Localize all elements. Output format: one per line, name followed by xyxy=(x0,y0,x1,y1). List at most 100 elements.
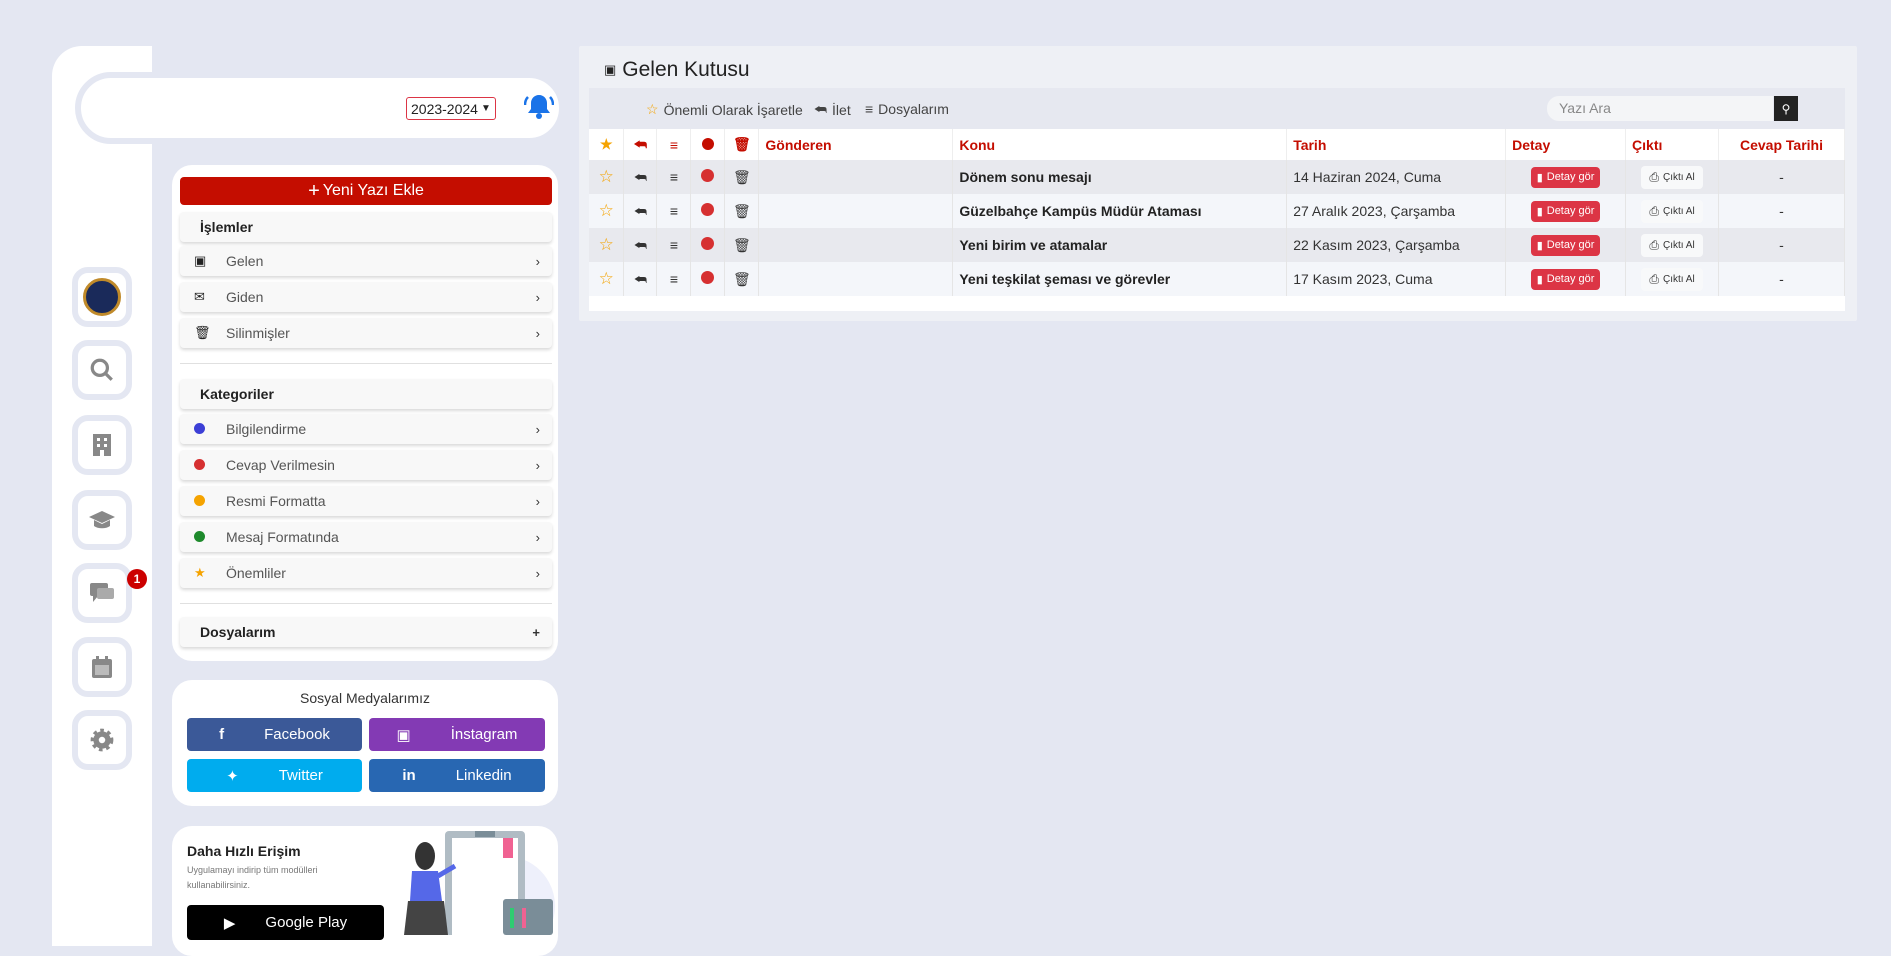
messages-nav-button[interactable] xyxy=(72,563,132,623)
facebook-icon: f xyxy=(219,726,225,743)
table-row[interactable]: ☆ ⮪ ≡ 🗑 Yeni teşkilat şeması ve görevler… xyxy=(589,262,1845,296)
twitter-button[interactable]: ✦ Twitter xyxy=(187,759,362,792)
subject-cell[interactable]: Güzelbahçe Kampüs Müdür Ataması xyxy=(952,194,1288,228)
detail-button[interactable]: ▮ Detay gör xyxy=(1530,166,1601,188)
reply-icon[interactable]: ⮪ xyxy=(623,228,658,262)
files-header[interactable]: Dosyalarım + xyxy=(180,617,552,647)
forward-button[interactable]: ⮪ İlet xyxy=(814,101,851,118)
list-icon[interactable]: ≡ xyxy=(656,160,692,194)
mark-important-button[interactable]: ☆ Önemli Olarak İşaretle xyxy=(646,101,803,118)
list-icon[interactable]: ≡ xyxy=(656,262,692,296)
sidebar-item-silinmisler[interactable]: 🗑 Silinmişler › xyxy=(180,318,552,348)
print-button[interactable]: ⎙ Çıktı Al xyxy=(1641,233,1703,257)
sender-cell xyxy=(758,160,954,194)
red-dot-icon[interactable] xyxy=(690,262,726,296)
category-cevap-verilmesin[interactable]: Cevap Verilmesin › xyxy=(180,450,552,480)
detail-button[interactable]: ▮ Detay gör xyxy=(1530,234,1601,256)
reply-icon[interactable]: ⮪ xyxy=(623,160,658,194)
academic-year-select[interactable]: 2023-2024 ▼ xyxy=(406,97,496,120)
chevron-right-icon: › xyxy=(535,565,540,581)
printer-icon: ⎙ xyxy=(1649,271,1659,286)
reply-date-cell: - xyxy=(1718,228,1845,262)
google-play-label: Google Play xyxy=(265,914,348,931)
bell-icon[interactable] xyxy=(524,92,554,120)
list-icon[interactable]: ≡ xyxy=(656,228,692,262)
facebook-button[interactable]: f Facebook xyxy=(187,718,362,751)
print-button[interactable]: ⎙ Çıktı Al xyxy=(1641,199,1703,223)
page-title: ▣ Gelen Kutusu xyxy=(604,58,750,82)
new-letter-button[interactable]: + Yeni Yazı Ekle xyxy=(180,177,552,205)
star-outline-icon[interactable]: ☆ xyxy=(589,228,625,262)
mark-important-label: Önemli Olarak İşaretle xyxy=(663,101,803,118)
play-icon: ▶ xyxy=(223,914,236,932)
reply-date-cell: - xyxy=(1718,160,1845,194)
trash-icon[interactable]: 🗑 xyxy=(724,194,760,228)
item-label: Gelen xyxy=(226,253,264,269)
education-nav-button[interactable] xyxy=(72,490,132,550)
category-bilgilendirme[interactable]: Bilgilendirme › xyxy=(180,414,552,444)
column-header[interactable]: Tarih xyxy=(1286,129,1507,160)
my-files-button[interactable]: ≡ Dosyalarım xyxy=(865,101,949,117)
subject-cell[interactable]: Dönem sonu mesajı xyxy=(952,160,1288,194)
trash-icon[interactable]: 🗑 xyxy=(724,228,760,262)
item-label: Önemliler xyxy=(226,565,286,581)
list-icon[interactable]: ≡ xyxy=(656,194,692,228)
chevron-right-icon: › xyxy=(535,289,540,305)
reply-icon[interactable]: ⮪ xyxy=(623,194,658,228)
settings-nav-button[interactable] xyxy=(72,710,132,770)
search-nav-button[interactable] xyxy=(72,340,132,400)
chevron-right-icon: › xyxy=(535,493,540,509)
column-header[interactable]: Cevap Tarihi xyxy=(1718,129,1845,160)
year-value: 2023-2024 xyxy=(411,100,478,117)
print-label: Çıktı Al xyxy=(1662,171,1695,183)
search-input[interactable]: Yazı Ara xyxy=(1547,96,1773,121)
table-row[interactable]: ☆ ⮪ ≡ 🗑 Dönem sonu mesajı 14 Haziran 202… xyxy=(589,160,1845,194)
university-logo-button[interactable] xyxy=(72,267,132,327)
instagram-button[interactable]: ▣ İnstagram xyxy=(369,718,545,751)
print-label: Çıktı Al xyxy=(1662,239,1695,251)
sidebar-item-gelen[interactable]: ▣ Gelen › xyxy=(180,246,552,276)
column-header[interactable]: Konu xyxy=(952,129,1288,160)
category-mesaj-formatinda[interactable]: Mesaj Formatında › xyxy=(180,522,552,552)
subject-cell[interactable]: Yeni teşkilat şeması ve görevler xyxy=(952,262,1288,296)
sidebar-item-giden[interactable]: ✉ Giden › xyxy=(180,282,552,312)
category-resmi-formatta[interactable]: Resmi Formatta › xyxy=(180,486,552,516)
print-button[interactable]: ⎙ Çıktı Al xyxy=(1641,165,1703,189)
star-outline-icon[interactable]: ☆ xyxy=(589,194,625,228)
reply-icon[interactable]: ⮪ xyxy=(623,262,658,296)
column-header[interactable]: Gönderen xyxy=(758,129,954,160)
trash-icon[interactable]: 🗑 xyxy=(724,160,760,194)
detail-button[interactable]: ▮ Detay gör xyxy=(1530,200,1601,222)
print-button[interactable]: ⎙ Çıktı Al xyxy=(1641,267,1703,291)
table-row[interactable]: ☆ ⮪ ≡ 🗑 Güzelbahçe Kampüs Müdür Ataması … xyxy=(589,194,1845,228)
item-label: Mesaj Formatında xyxy=(226,529,339,545)
social-title: Sosyal Medyalarımız xyxy=(300,690,430,706)
subject-cell[interactable]: Yeni birim ve atamalar xyxy=(952,228,1288,262)
reply-icon: ⮪ xyxy=(814,101,828,117)
column-header[interactable]: Detay xyxy=(1505,129,1627,160)
star-outline-icon[interactable]: ☆ xyxy=(589,262,625,296)
trash-icon[interactable]: 🗑 xyxy=(724,262,760,296)
star-outline-icon[interactable]: ☆ xyxy=(589,160,625,194)
search-button[interactable]: ⚲ xyxy=(1774,96,1798,121)
building-icon xyxy=(93,434,111,456)
calendar-nav-button[interactable] xyxy=(72,637,132,697)
item-label: Silinmişler xyxy=(226,325,290,341)
envelope-icon: ✉ xyxy=(194,289,205,304)
chevron-right-icon: › xyxy=(535,421,540,437)
linkedin-button[interactable]: in Linkedin xyxy=(369,759,545,792)
item-label: Giden xyxy=(226,289,264,305)
instagram-icon: ▣ xyxy=(396,726,411,744)
red-dot-icon[interactable] xyxy=(690,160,726,194)
message-count-badge: 1 xyxy=(127,569,147,589)
trash-icon: 🗑 xyxy=(724,129,760,160)
red-dot-icon[interactable] xyxy=(690,228,726,262)
star-icon: ★ xyxy=(194,565,206,580)
table-row[interactable]: ☆ ⮪ ≡ 🗑 Yeni birim ve atamalar 22 Kasım … xyxy=(589,228,1845,262)
building-nav-button[interactable] xyxy=(72,415,132,475)
detail-button[interactable]: ▮ Detay gör xyxy=(1530,268,1601,290)
red-dot-icon[interactable] xyxy=(690,194,726,228)
category-onemliler[interactable]: ★ Önemliler › xyxy=(180,558,552,588)
star-icon: ★ xyxy=(589,129,625,160)
column-header[interactable]: Çıktı xyxy=(1625,129,1720,160)
